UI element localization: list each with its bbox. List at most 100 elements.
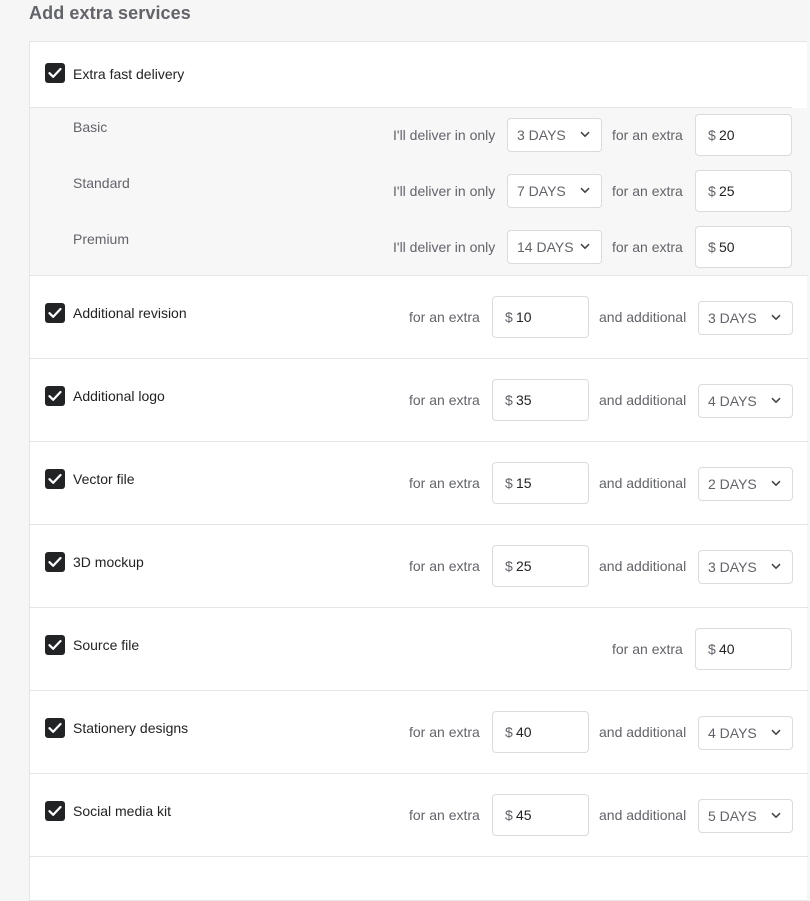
deliver-in-label: I'll deliver in only	[393, 183, 496, 199]
price-value: 35	[516, 392, 532, 408]
additional-logo-checkbox[interactable]	[45, 386, 65, 406]
chevron-down-icon	[771, 729, 781, 736]
for-an-extra-label: for an extra	[409, 475, 480, 491]
and-additional-label: and additional	[599, 807, 687, 823]
currency-symbol: $	[505, 807, 513, 823]
check-icon	[48, 722, 62, 733]
price-input[interactable]: $ 40	[695, 628, 792, 670]
chevron-down-icon	[771, 314, 781, 321]
price-value: 50	[719, 239, 735, 255]
extra-services-card: Extra fast delivery Basic I'll deliver i…	[29, 41, 808, 901]
and-additional-label: and additional	[599, 724, 687, 740]
currency-symbol: $	[708, 239, 716, 255]
service-row-source-file: Source file for an extra $ 40	[30, 608, 808, 691]
page-title: Add extra services	[29, 3, 191, 23]
additional-days-select[interactable]: 4 DAYS	[698, 716, 793, 750]
select-value: 3 DAYS	[708, 559, 757, 575]
price-input[interactable]: $ 40	[492, 711, 589, 753]
and-additional-label: and additional	[599, 475, 687, 491]
price-value: 25	[516, 558, 532, 574]
service-row-extra-fast-delivery: Extra fast delivery	[30, 42, 808, 107]
deliver-in-label: I'll deliver in only	[393, 127, 496, 143]
and-additional-label: and additional	[599, 309, 687, 325]
currency-symbol: $	[505, 724, 513, 740]
currency-symbol: $	[708, 127, 716, 143]
for-an-extra-label: for an extra	[409, 392, 480, 408]
currency-symbol: $	[708, 183, 716, 199]
tier-name: Standard	[73, 175, 130, 191]
chevron-down-icon	[771, 480, 781, 487]
delivery-days-select[interactable]: 14 DAYS	[507, 230, 602, 264]
for-an-extra-label: for an extra	[612, 239, 683, 255]
additional-days-select[interactable]: 5 DAYS	[698, 799, 793, 833]
check-icon	[48, 473, 62, 484]
delivery-days-select[interactable]: 7 DAYS	[507, 174, 602, 208]
check-icon	[48, 639, 62, 650]
price-input[interactable]: $ 50	[695, 226, 792, 268]
price-value: 20	[719, 127, 735, 143]
chevron-down-icon	[580, 131, 590, 138]
price-input[interactable]: $ 20	[695, 114, 792, 156]
price-value: 40	[516, 724, 532, 740]
price-value: 10	[516, 309, 532, 325]
additional-days-select[interactable]: 3 DAYS	[698, 550, 793, 584]
service-label: Vector file	[73, 471, 135, 487]
price-value: 45	[516, 807, 532, 823]
for-an-extra-label: for an extra	[409, 309, 480, 325]
service-label: Extra fast delivery	[73, 66, 185, 82]
for-an-extra-label: for an extra	[612, 183, 683, 199]
check-icon	[48, 556, 62, 567]
currency-symbol: $	[505, 475, 513, 491]
check-icon	[48, 67, 62, 78]
additional-revision-checkbox[interactable]	[45, 303, 65, 323]
for-an-extra-label: for an extra	[612, 641, 683, 657]
chevron-down-icon	[580, 187, 590, 194]
service-row-stationery-designs: Stationery designs for an extra $ 40 and…	[30, 691, 808, 774]
and-additional-label: and additional	[599, 558, 687, 574]
delivery-days-select[interactable]: 3 DAYS	[507, 118, 602, 152]
3d-mockup-checkbox[interactable]	[45, 552, 65, 572]
deliver-in-label: I'll deliver in only	[393, 239, 496, 255]
extra-fast-delivery-checkbox[interactable]	[45, 63, 65, 83]
for-an-extra-label: for an extra	[409, 558, 480, 574]
chevron-down-icon	[771, 812, 781, 819]
select-value: 4 DAYS	[708, 393, 757, 409]
select-value: 3 DAYS	[517, 127, 566, 143]
for-an-extra-label: for an extra	[409, 724, 480, 740]
price-input[interactable]: $ 25	[695, 170, 792, 212]
tier-name: Basic	[73, 119, 108, 135]
price-input[interactable]: $ 45	[492, 794, 589, 836]
currency-symbol: $	[505, 392, 513, 408]
service-row-additional-revision: Additional revision for an extra $ 10 an…	[30, 276, 808, 359]
select-value: 3 DAYS	[708, 310, 757, 326]
price-input[interactable]: $ 35	[492, 379, 589, 421]
vector-file-checkbox[interactable]	[45, 469, 65, 489]
select-value: 7 DAYS	[517, 183, 566, 199]
service-row-additional-logo: Additional logo for an extra $ 35 and ad…	[30, 359, 808, 442]
price-value: 25	[719, 183, 735, 199]
service-label: Stationery designs	[73, 720, 189, 736]
price-input[interactable]: $ 25	[492, 545, 589, 587]
price-input[interactable]: $ 10	[492, 296, 589, 338]
service-label: Additional revision	[73, 305, 187, 321]
tier-row-basic: Basic I'll deliver in only 3 DAYS for an…	[30, 108, 808, 164]
for-an-extra-label: for an extra	[409, 807, 480, 823]
select-value: 14 DAYS	[517, 239, 574, 255]
stationery-designs-checkbox[interactable]	[45, 718, 65, 738]
currency-symbol: $	[708, 641, 716, 657]
tier-row-standard: Standard I'll deliver in only 7 DAYS for…	[30, 164, 808, 220]
chevron-down-icon	[771, 397, 781, 404]
currency-symbol: $	[505, 558, 513, 574]
select-value: 5 DAYS	[708, 808, 757, 824]
social-media-kit-checkbox[interactable]	[45, 801, 65, 821]
additional-days-select[interactable]: 2 DAYS	[698, 467, 793, 501]
chevron-down-icon	[771, 563, 781, 570]
additional-days-select[interactable]: 3 DAYS	[698, 301, 793, 335]
source-file-checkbox[interactable]	[45, 635, 65, 655]
check-icon	[48, 390, 62, 401]
currency-symbol: $	[505, 309, 513, 325]
price-input[interactable]: $ 15	[492, 462, 589, 504]
select-value: 4 DAYS	[708, 725, 757, 741]
additional-days-select[interactable]: 4 DAYS	[698, 384, 793, 418]
service-row-3d-mockup: 3D mockup for an extra $ 25 and addition…	[30, 525, 808, 608]
